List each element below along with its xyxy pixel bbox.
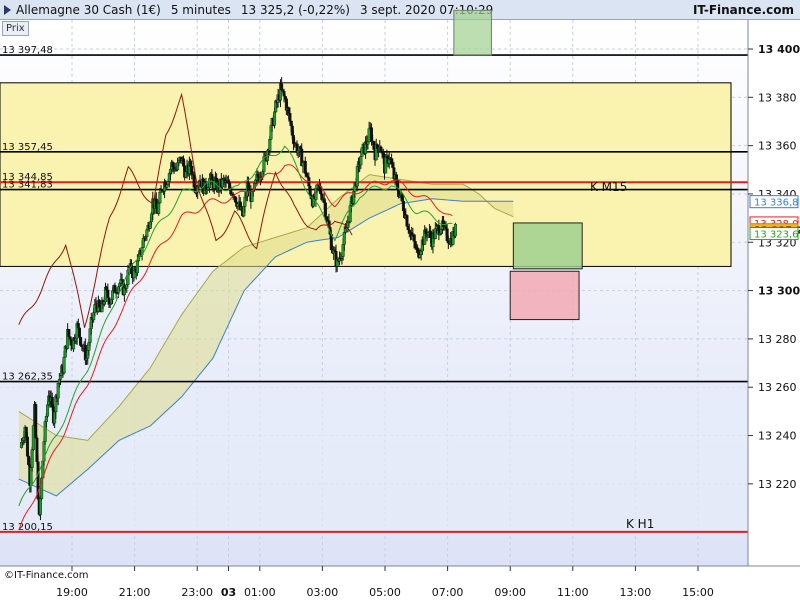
- candle-body: [34, 404, 38, 439]
- candle-body: [30, 449, 34, 468]
- candle-body: [158, 192, 162, 204]
- x-tick-label: 07:00: [432, 586, 464, 599]
- zone-label-k-h1: K H1: [626, 517, 654, 531]
- candle-body: [342, 232, 346, 245]
- level-label: 13 200,15: [2, 522, 53, 533]
- candle-body: [157, 202, 161, 214]
- price-label-text: 13 336,8: [754, 198, 799, 209]
- candle-body: [79, 337, 83, 346]
- target-box-green-mid: [512, 222, 583, 270]
- x-tick-label: 13:00: [620, 586, 652, 599]
- candle-body: [343, 228, 347, 233]
- x-tick-label: 01:00: [244, 586, 276, 599]
- level-label: 13 262,35: [2, 372, 53, 383]
- x-tick-label: 03:00: [307, 586, 339, 599]
- x-tick-label: 03: [221, 586, 236, 599]
- zone-k-m15: [0, 82, 732, 267]
- target-box-green-top: [453, 9, 492, 56]
- candle-body: [273, 111, 277, 126]
- price-label-blue: 13 336,8: [749, 195, 799, 209]
- x-tick-label: 19:00: [56, 586, 88, 599]
- y-tick-label: 13 240: [758, 430, 797, 443]
- price-label-green: 13 323,6: [749, 227, 799, 241]
- candle-body: [59, 375, 63, 380]
- candle-body: [359, 156, 363, 166]
- level-label: 13 357,45: [2, 142, 53, 153]
- x-tick-label: 05:00: [369, 586, 401, 599]
- candle-body: [453, 223, 457, 237]
- zone-k-h1: [0, 381, 748, 532]
- candle-body: [77, 327, 81, 338]
- y-tick-label: 13 380: [758, 91, 797, 104]
- y-tick-label: 13 280: [758, 333, 797, 346]
- x-tick-label: 21:00: [119, 586, 151, 599]
- candle-body: [67, 329, 71, 337]
- y-tick-label: 13 360: [758, 140, 797, 153]
- price-label-text: 13 323,6: [754, 230, 799, 241]
- candle-body: [323, 202, 327, 217]
- x-tick-label: 09:00: [494, 586, 526, 599]
- x-tick-label: 15:00: [682, 586, 714, 599]
- price-chart[interactable]: 13 397,4813 357,4513 344,8513 341,8313 2…: [0, 0, 800, 600]
- candle-body: [38, 498, 42, 515]
- y-tick-label: 13 220: [758, 478, 797, 491]
- candle-body: [62, 356, 66, 374]
- level-label: 13 341,83: [2, 180, 53, 191]
- candle-body: [46, 404, 50, 417]
- x-tick-label: 11:00: [557, 586, 589, 599]
- y-tick-label: 13 400: [758, 43, 800, 56]
- y-tick-label: 13 260: [758, 381, 797, 394]
- footer-copyright: ©IT-Finance.com: [4, 570, 89, 581]
- panel-label-prix: Prix: [2, 21, 29, 36]
- candle-body: [268, 139, 272, 151]
- target-box-pink: [509, 270, 580, 321]
- zone-label-k-m15: K M15: [590, 180, 627, 194]
- candle-body: [145, 229, 149, 237]
- candle-body: [135, 260, 139, 274]
- x-tick-label: 23:00: [181, 586, 213, 599]
- y-tick-label: 13 300: [758, 285, 800, 298]
- level-label: 13 397,48: [2, 45, 53, 56]
- candle-body: [280, 83, 284, 91]
- candle-body: [76, 323, 80, 329]
